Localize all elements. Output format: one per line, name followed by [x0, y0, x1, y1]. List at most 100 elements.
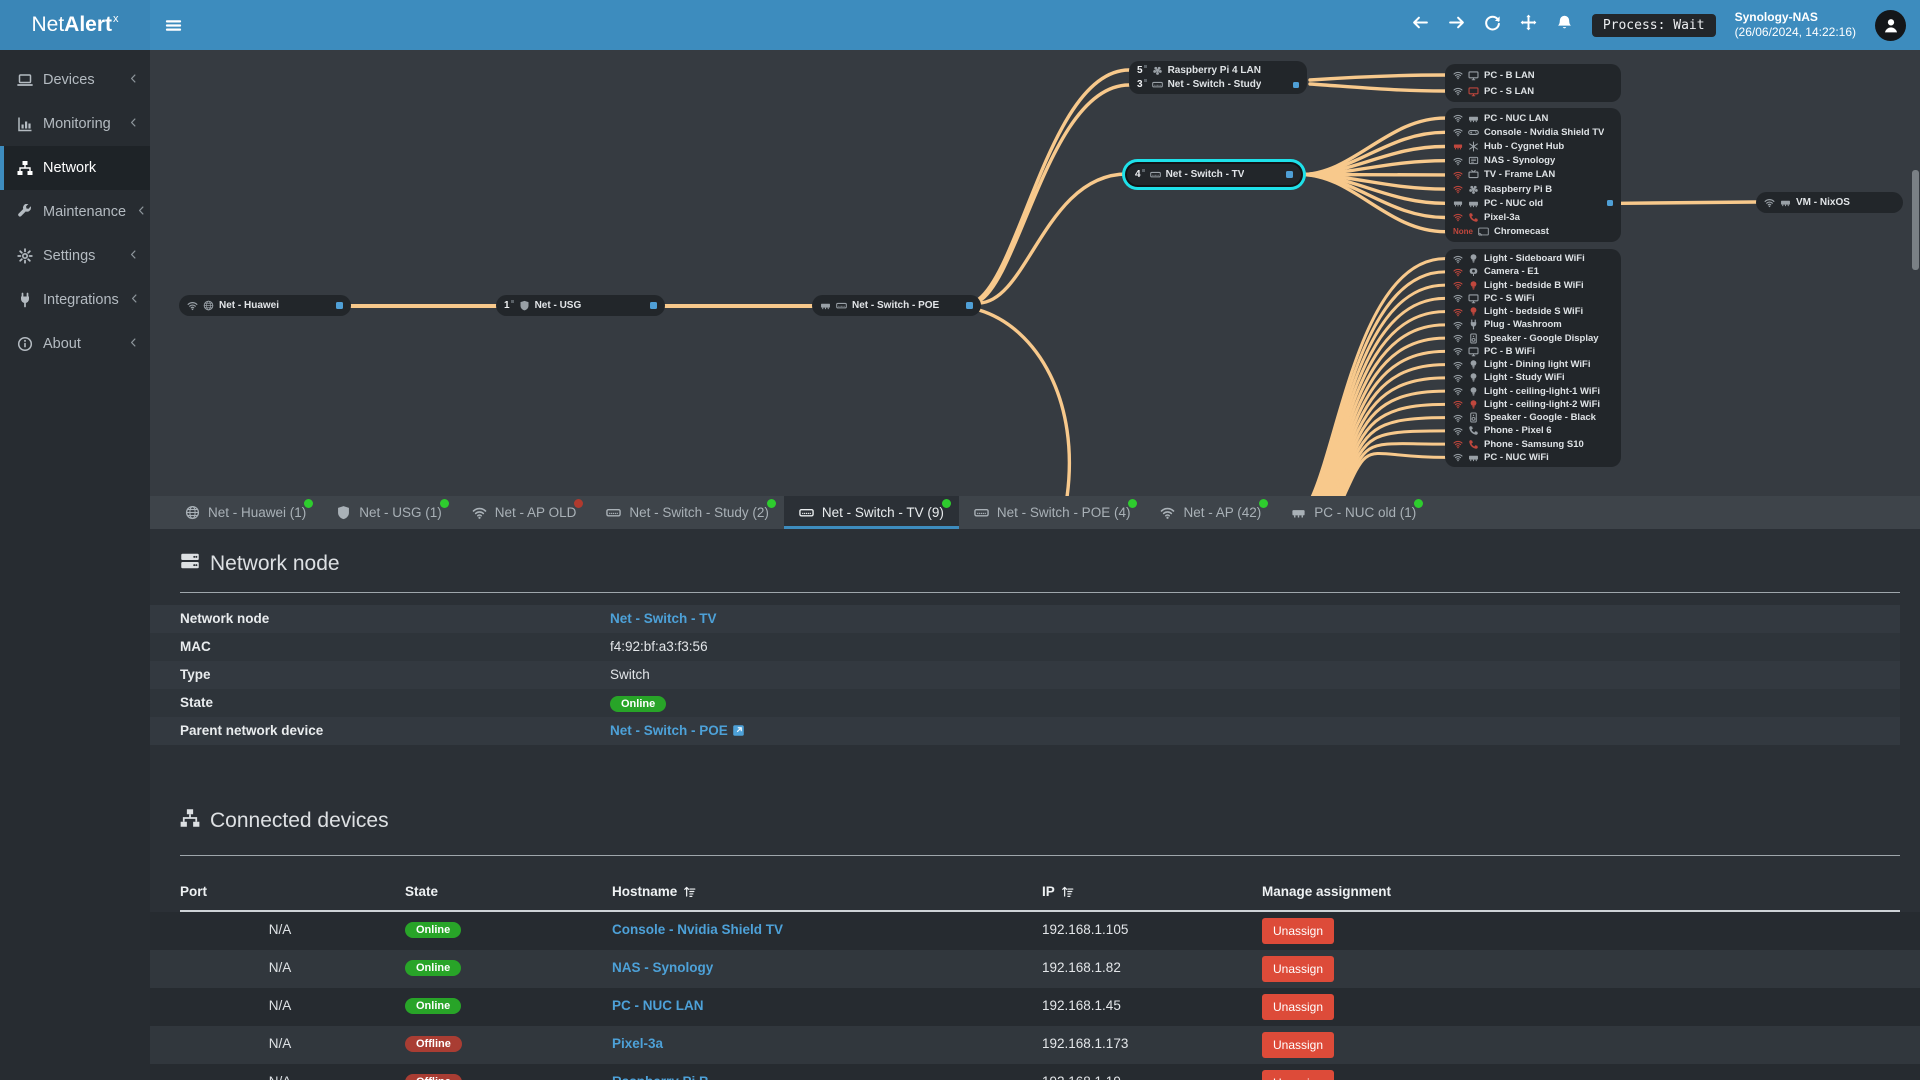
cell-ip: 192.168.1.19 — [1042, 1074, 1121, 1080]
diagram-device-row[interactable]: PC - NUC WiFi — [1453, 451, 1613, 464]
diagram-device-row[interactable]: Phone - Pixel 6 — [1453, 424, 1613, 437]
sidebar-item-devices[interactable]: Devices — [0, 58, 150, 102]
tab-net-ap-old[interactable]: Net - AP OLD — [457, 496, 592, 529]
diagram-device-row[interactable]: Hub - Cygnet Hub — [1453, 139, 1613, 153]
chevron-left-icon — [129, 292, 140, 308]
diagram-device-row[interactable]: Light - ceiling-light-1 WiFi — [1453, 385, 1613, 398]
diagram-node-net-switch-poe[interactable]: Net - Switch - POE — [812, 295, 981, 316]
connected-devices-section-title: Connected devices — [180, 808, 389, 834]
diagram-device-row[interactable]: Speaker - Google Display — [1453, 332, 1613, 345]
device-link[interactable]: PC - NUC LAN — [612, 998, 704, 1013]
unassign-button[interactable]: Unassign — [1262, 994, 1335, 1020]
sidebar-item-about[interactable]: About — [0, 322, 150, 366]
diagram-device-row[interactable]: Light - Sideboard WiFi — [1453, 252, 1613, 265]
sidebar-item-network[interactable]: Network — [0, 146, 150, 190]
unassign-button[interactable]: Unassign — [1262, 1070, 1335, 1080]
node-collapse-handle[interactable] — [336, 302, 343, 309]
detail-label: Network node — [180, 611, 270, 626]
app-logo[interactable]: Net Alert x — [0, 0, 150, 50]
device-label: PC - NUC LAN — [1484, 112, 1549, 124]
unassign-button[interactable]: Unassign — [1262, 918, 1335, 944]
cell-manage: Unassign — [1262, 918, 1335, 944]
diagram-device-row[interactable]: Plug - Washroom — [1453, 318, 1613, 331]
diagram-device-row[interactable]: None Chromecast — [1453, 225, 1613, 239]
diagram-device-row[interactable]: Light - Dining light WiFi — [1453, 358, 1613, 371]
sidebar-item-settings[interactable]: Settings — [0, 234, 150, 278]
node-collapse-handle[interactable] — [1286, 171, 1293, 178]
diagram-device-row[interactable]: PC - S LAN — [1453, 83, 1613, 99]
diagram-device-row[interactable]: PC - B WiFi — [1453, 345, 1613, 358]
node-collapse-handle[interactable] — [1607, 200, 1613, 207]
diagram-device-row[interactable]: Raspberry Pi B — [1453, 182, 1613, 196]
device-link[interactable]: Console - Nvidia Shield TV — [612, 922, 783, 937]
diagram-device-row[interactable]: PC - S WiFi — [1453, 292, 1613, 305]
diagram-device-row[interactable]: Pixel-3a — [1453, 210, 1613, 224]
diagram-device-row[interactable]: Light - bedside S WiFi — [1453, 305, 1613, 318]
device-label: Raspberry Pi B — [1484, 183, 1553, 195]
refresh-icon[interactable] — [1484, 14, 1501, 36]
diagram-device-row[interactable]: Light - bedside B WiFi — [1453, 279, 1613, 292]
table-row: N/A Online Console - Nvidia Shield TV 192.1… — [150, 912, 1920, 950]
wifi-icon — [1160, 505, 1175, 520]
scrollbar-thumb[interactable] — [1912, 170, 1919, 270]
chart-icon — [17, 116, 33, 132]
wifi-icon — [1453, 439, 1463, 449]
switchdev-icon — [974, 505, 989, 520]
diagram-node-row[interactable]: 5 Raspberry Pi 4 LAN — [1137, 63, 1299, 78]
sort-icon[interactable] — [1061, 885, 1074, 898]
node-collapse-handle[interactable] — [1293, 81, 1299, 88]
diagram-device-row[interactable]: Camera - E1 — [1453, 265, 1613, 278]
pan-move-icon[interactable] — [1520, 14, 1537, 36]
sidebar-item-maintenance[interactable]: Maintenance — [0, 190, 150, 234]
diagram-device-row[interactable]: Phone - Samsung S10 — [1453, 438, 1613, 451]
diagram-node-net-switch-tv[interactable]: 4 Net - Switch - TV — [1127, 164, 1301, 185]
forward-arrow-icon[interactable] — [1448, 14, 1465, 36]
network-topology-diagram[interactable]: Net - Huawei 1 Net - USG Net - Switch - POE… — [150, 50, 1920, 496]
unassign-button[interactable]: Unassign — [1262, 1032, 1335, 1058]
column-header-hostname[interactable]: Hostname — [612, 884, 696, 899]
sidebar-toggle-icon[interactable] — [164, 16, 183, 40]
tab-net-switch-study-2-[interactable]: Net - Switch - Study (2) — [591, 496, 784, 529]
tab-net-usg-1-[interactable]: Net - USG (1) — [321, 496, 457, 529]
diagram-device-row[interactable]: Speaker - Google - Black — [1453, 411, 1613, 424]
diagram-device-row[interactable]: TV - Frame LAN — [1453, 168, 1613, 182]
parent-node-link[interactable]: Net - Switch - POE — [610, 723, 732, 738]
tab-net-ap-42-[interactable]: Net - AP (42) — [1145, 496, 1276, 529]
diagram-node-net-huawei[interactable]: Net - Huawei — [179, 295, 351, 316]
diagram-device-row[interactable]: PC - NUC old — [1453, 196, 1613, 210]
status-badge: Offline — [405, 1074, 462, 1080]
back-arrow-icon[interactable] — [1412, 14, 1429, 36]
tab-pc-nuc-old-1-[interactable]: PC - NUC old (1) — [1276, 496, 1431, 529]
status-dot — [1259, 499, 1269, 508]
tab-net-huawei-1-[interactable]: Net - Huawei (1) — [170, 496, 321, 529]
tab-net-switch-poe-4-[interactable]: Net - Switch - POE (4) — [959, 496, 1146, 529]
diagram-device-row[interactable]: PC - B LAN — [1453, 67, 1613, 83]
device-link[interactable]: NAS - Synology — [612, 960, 713, 975]
device-link[interactable]: Raspberry Pi B — [612, 1074, 709, 1080]
column-header-ip[interactable]: IP — [1042, 884, 1074, 899]
sort-icon[interactable] — [683, 885, 696, 898]
diagram-device-row[interactable]: PC - NUC LAN — [1453, 111, 1613, 125]
diagram-node-vm-nixos[interactable]: VM - NixOS — [1756, 192, 1903, 213]
node-link[interactable]: Net - Switch - TV — [610, 611, 717, 626]
node-collapse-handle[interactable] — [966, 302, 973, 309]
diagram-node-row[interactable]: 3 Net - Switch - Study — [1137, 78, 1299, 93]
eth-icon — [820, 300, 831, 311]
notification-bell-icon[interactable] — [1556, 14, 1573, 36]
extlink-icon[interactable] — [732, 724, 745, 737]
unassign-button[interactable]: Unassign — [1262, 956, 1335, 982]
diagram-device-row[interactable]: NAS - Synology — [1453, 154, 1613, 168]
diagram-device-row[interactable]: Light - ceiling-light-2 WiFi — [1453, 398, 1613, 411]
user-avatar[interactable] — [1875, 9, 1906, 41]
cell-ip: 192.168.1.173 — [1042, 1036, 1129, 1051]
sidebar-item-integrations[interactable]: Integrations — [0, 278, 150, 322]
diagram-device-row[interactable]: Light - Study WiFi — [1453, 371, 1613, 384]
bulb-icon — [1468, 386, 1479, 397]
diagram-device-row[interactable]: Console - Nvidia Shield TV — [1453, 125, 1613, 139]
tab-net-switch-tv-9-[interactable]: Net - Switch - TV (9) — [783, 496, 959, 529]
sidebar-item-monitoring[interactable]: Monitoring — [0, 102, 150, 146]
process-status-badge[interactable]: Process: Wait — [1591, 13, 1716, 37]
device-link[interactable]: Pixel-3a — [612, 1036, 663, 1051]
node-collapse-handle[interactable] — [650, 302, 657, 309]
diagram-node-net-usg[interactable]: 1 Net - USG — [496, 295, 665, 316]
